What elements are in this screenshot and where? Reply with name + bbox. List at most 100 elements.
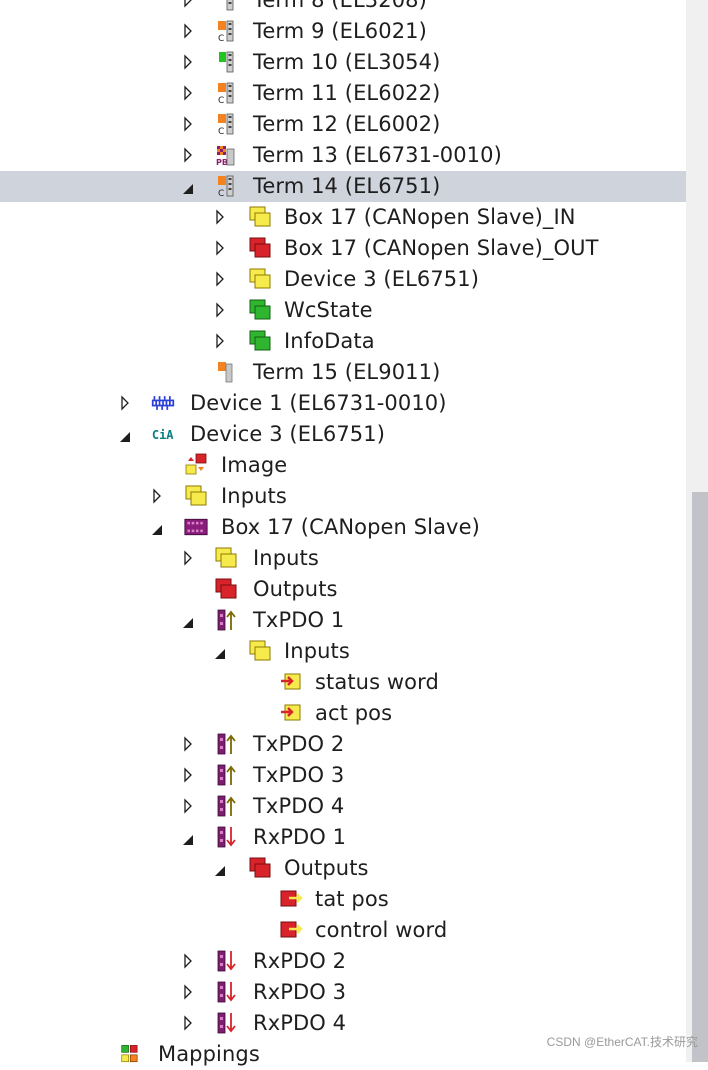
tree-node-txpdo-4[interactable]: TxPDO 4 — [0, 791, 686, 822]
solution-tree: Term 8 (EL3208) C Term 9 (EL6021) Term 10 (… — [0, 0, 686, 1066]
tree-node-control-word[interactable]: control word — [0, 915, 686, 946]
expand-arrow-icon[interactable] — [181, 1015, 195, 1031]
tree-node-label: RxPDO 2 — [253, 949, 347, 973]
tree-node-device-3-el6751[interactable]: Device 3 (EL6751) — [0, 264, 686, 295]
inputs-folder-icon — [248, 639, 272, 663]
collapse-arrow-icon[interactable] — [118, 429, 132, 445]
expand-arrow-icon[interactable] — [181, 984, 195, 1000]
expand-arrow-icon[interactable] — [181, 736, 195, 752]
tree-node-label: Inputs — [253, 546, 319, 570]
svg-text:C: C — [218, 189, 224, 198]
tree-node-label: Term 9 (EL6021) — [253, 19, 427, 43]
inputs-folder-icon — [248, 205, 272, 229]
tree-node-label: Box 17 (CANopen Slave)_OUT — [284, 236, 599, 260]
tree-node-label: Device 3 (EL6751) — [190, 422, 386, 446]
tree-node-status-word[interactable]: status word — [0, 667, 686, 698]
scrollbar-thumb[interactable] — [692, 492, 708, 1062]
collapse-arrow-icon[interactable] — [181, 832, 195, 848]
tree-node-label: InfoData — [284, 329, 375, 353]
expand-arrow-icon[interactable] — [181, 23, 195, 39]
tree-node-txpdo-2[interactable]: TxPDO 2 — [0, 729, 686, 760]
tree-node-box-17-canopen-slave-out[interactable]: Box 17 (CANopen Slave)_OUT — [0, 233, 686, 264]
expand-arrow-icon[interactable] — [213, 333, 227, 349]
tree-node-term-12-el6002[interactable]: C Term 12 (EL6002) — [0, 109, 686, 140]
txpdo-icon — [214, 608, 238, 632]
tree-node-term-11-el6022[interactable]: C Term 11 (EL6022) — [0, 78, 686, 109]
collapse-arrow-icon[interactable] — [181, 181, 195, 197]
expand-arrow-icon[interactable] — [118, 395, 132, 411]
expand-arrow-icon[interactable] — [213, 271, 227, 287]
expand-arrow-icon[interactable] — [181, 550, 195, 566]
expand-arrow-icon[interactable] — [213, 209, 227, 225]
txpdo-icon — [214, 732, 238, 756]
collapse-arrow-icon[interactable] — [181, 615, 195, 631]
tree-node-label: TxPDO 2 — [253, 732, 345, 756]
tree-node-term-10-el3054[interactable]: Term 10 (EL3054) — [0, 47, 686, 78]
expand-arrow-icon[interactable] — [181, 85, 195, 101]
expand-arrow-icon[interactable] — [181, 953, 195, 969]
collapse-arrow-icon[interactable] — [150, 522, 164, 538]
rxpdo-icon — [214, 949, 238, 973]
tree-node-label: TxPDO 3 — [253, 763, 345, 787]
tree-node-label: Box 17 (CANopen Slave) — [221, 515, 480, 539]
outputs-folder-icon — [248, 236, 272, 260]
expand-arrow-icon[interactable] — [181, 54, 195, 70]
expand-arrow-icon[interactable] — [213, 302, 227, 318]
tree-node-wcstate[interactable]: WcState — [0, 295, 686, 326]
inputs-folder-icon — [214, 546, 238, 570]
tree-node-label: Box 17 (CANopen Slave)_IN — [284, 205, 576, 229]
tree-node-device-1-el6731-0010[interactable]: Device 1 (EL6731-0010) — [0, 388, 686, 419]
expand-arrow-icon[interactable] — [150, 488, 164, 504]
tree-node-term-14-el6751[interactable]: C Term 14 (EL6751) — [0, 171, 686, 202]
txpdo-icon — [214, 794, 238, 818]
tree-node-label: RxPDO 1 — [253, 825, 347, 849]
tree-node-label: Device 3 (EL6751) — [284, 267, 480, 291]
tree-node-box-17-canopen-slave-in[interactable]: Box 17 (CANopen Slave)_IN — [0, 202, 686, 233]
tree-node-term-9-el6021[interactable]: C Term 9 (EL6021) — [0, 16, 686, 47]
tree-node-label: Term 11 (EL6022) — [253, 81, 441, 105]
tree-node-act-pos[interactable]: act pos — [0, 698, 686, 729]
expand-arrow-icon[interactable] — [181, 0, 195, 8]
collapse-arrow-icon[interactable] — [213, 863, 227, 879]
tree-node-label: RxPDO 3 — [253, 980, 347, 1004]
tree-node-infodata[interactable]: InfoData — [0, 326, 686, 357]
tree-node-term-13-el6731-0010[interactable]: PB Term 13 (EL6731-0010) — [0, 140, 686, 171]
term-comm-icon: C — [214, 174, 238, 198]
term-analog-icon — [214, 50, 238, 74]
tree-node-outputs[interactable]: Outputs — [0, 574, 686, 605]
tree-node-inputs[interactable]: Inputs — [0, 481, 686, 512]
svg-text:C: C — [218, 34, 224, 43]
term-comm-icon: C — [214, 81, 238, 105]
tree-node-inputs[interactable]: Inputs — [0, 543, 686, 574]
outputs-folder-icon — [248, 856, 272, 880]
tree-node-label: Device 1 (EL6731-0010) — [190, 391, 447, 415]
expand-arrow-icon[interactable] — [181, 798, 195, 814]
tree-node-rxpdo-1[interactable]: RxPDO 1 — [0, 822, 686, 853]
tree-node-label: RxPDO 4 — [253, 1011, 347, 1035]
tree-node-label: Inputs — [221, 484, 287, 508]
tree-node-term-8-el3208[interactable]: Term 8 (EL3208) — [0, 0, 686, 16]
expand-arrow-icon[interactable] — [181, 767, 195, 783]
tree-node-tat-pos[interactable]: tat pos — [0, 884, 686, 915]
tree-node-rxpdo-3[interactable]: RxPDO 3 — [0, 977, 686, 1008]
rxpdo-icon — [214, 1011, 238, 1035]
tree-node-image[interactable]: Image — [0, 450, 686, 481]
tree-node-inputs[interactable]: Inputs — [0, 636, 686, 667]
input-var-icon — [279, 701, 303, 725]
collapse-arrow-icon[interactable] — [213, 646, 227, 662]
term-comm-icon: C — [214, 19, 238, 43]
expand-arrow-icon[interactable] — [181, 147, 195, 163]
expand-arrow-icon[interactable] — [213, 240, 227, 256]
profibus-device-icon — [151, 391, 175, 415]
tree-node-txpdo-1[interactable]: TxPDO 1 — [0, 605, 686, 636]
tree-node-label: Term 12 (EL6002) — [253, 112, 441, 136]
tree-node-outputs[interactable]: Outputs — [0, 853, 686, 884]
tree-node-term-15-el9011[interactable]: Term 15 (EL9011) — [0, 357, 686, 388]
input-var-icon — [279, 670, 303, 694]
expand-arrow-icon[interactable] — [181, 116, 195, 132]
tree-node-label: Term 14 (EL6751) — [253, 174, 441, 198]
tree-node-rxpdo-2[interactable]: RxPDO 2 — [0, 946, 686, 977]
tree-node-box-17-canopen-slave[interactable]: Box 17 (CANopen Slave) — [0, 512, 686, 543]
tree-node-txpdo-3[interactable]: TxPDO 3 — [0, 760, 686, 791]
tree-node-device-3-el6751[interactable]: CiA Device 3 (EL6751) — [0, 419, 686, 450]
